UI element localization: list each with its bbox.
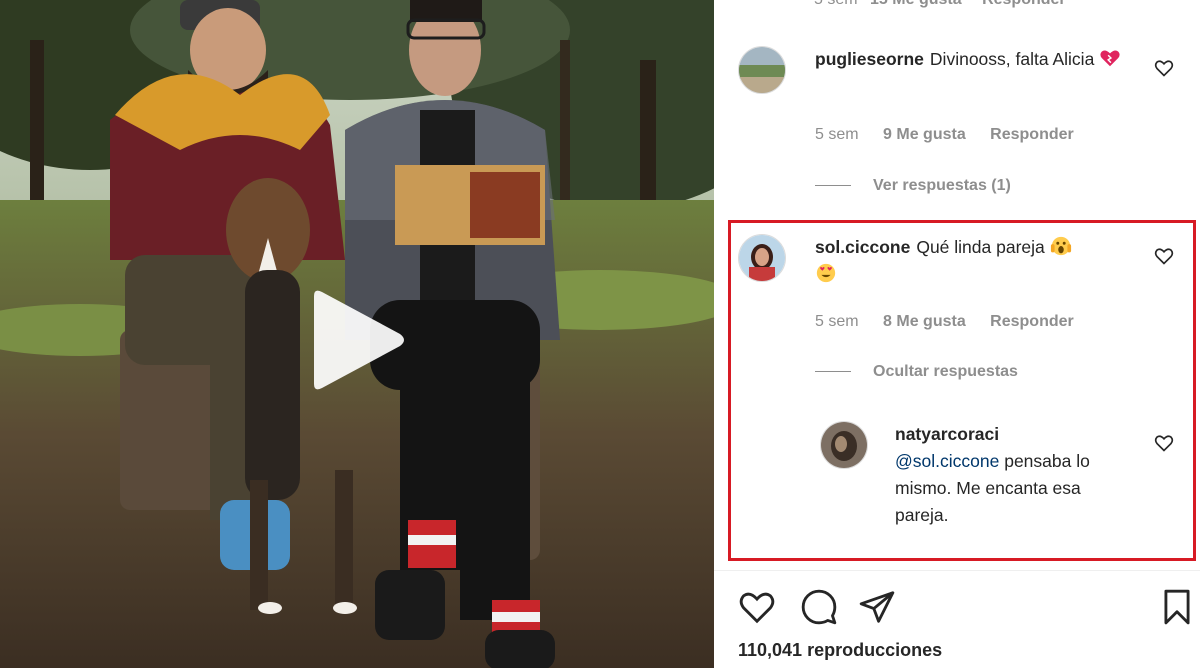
video-post-media[interactable] — [0, 0, 714, 668]
comment-username[interactable]: puglieseorne — [815, 49, 924, 69]
comment-username[interactable]: natyarcoraci — [895, 424, 999, 444]
comment-username[interactable]: sol.ciccone — [815, 237, 910, 257]
comment-time: 5 sem — [815, 126, 859, 143]
previous-comment-meta: 5 sem 15 Me gusta Responder — [814, 0, 1074, 9]
comment-body: Divinooss, falta Alicia — [929, 49, 1095, 69]
post-action-bar — [714, 588, 1200, 628]
comment-sol-ciccone: sol.ciccone Qué linda pareja — [815, 234, 1145, 288]
comment-likes[interactable]: 9 Me gusta — [883, 126, 966, 143]
comment-meta: 5 sem 8 Me gusta Responder — [815, 313, 1094, 331]
replies-line — [815, 185, 851, 187]
hide-replies-toggle[interactable]: Ocultar respuestas — [815, 363, 1018, 381]
save-icon[interactable] — [1158, 588, 1196, 626]
comment-likes[interactable]: 15 Me gusta — [870, 0, 962, 8]
comment-time: 5 sem — [815, 313, 859, 330]
view-replies-toggle[interactable]: Ver respuestas (1) — [815, 177, 1011, 195]
replies-line — [815, 371, 851, 373]
reply-button[interactable]: Responder — [982, 0, 1066, 8]
comment-icon[interactable] — [800, 588, 838, 626]
replies-toggle-label: Ocultar respuestas — [873, 363, 1018, 380]
views-number: 110,041 — [738, 640, 803, 660]
views-count[interactable]: 110,041 reproducciones — [738, 640, 942, 661]
section-divider — [714, 570, 1200, 571]
like-icon[interactable] — [738, 588, 776, 626]
comment-likes[interactable]: 8 Me gusta — [883, 313, 966, 330]
heart-emoji — [1100, 50, 1120, 67]
views-label: reproducciones — [807, 640, 943, 660]
share-icon[interactable] — [858, 588, 896, 626]
comment-body: Qué linda pareja — [916, 237, 1045, 257]
comment-time: 5 sem — [814, 0, 858, 8]
play-icon[interactable] — [308, 288, 408, 392]
comment-body: pareja. — [895, 505, 949, 525]
comments-panel[interactable]: 5 sem 15 Me gusta Responder puglieseorne… — [714, 0, 1200, 668]
reply-button[interactable]: Responder — [990, 313, 1074, 330]
small-heart-icon[interactable] — [1154, 58, 1174, 78]
avatar-sol-ciccone[interactable] — [738, 234, 786, 282]
comment-meta: 5 sem 9 Me gusta Responder — [815, 126, 1094, 144]
small-heart-icon[interactable] — [1154, 433, 1174, 453]
avatar-puglieseorne[interactable] — [738, 46, 786, 94]
replies-toggle-label: Ver respuestas (1) — [873, 177, 1011, 194]
comment-body: pensaba lo — [1004, 451, 1090, 471]
comment-body: mismo. Me encanta esa — [895, 478, 1081, 498]
small-heart-icon[interactable] — [1154, 246, 1174, 266]
avatar-natyarcoraci[interactable] — [820, 421, 868, 469]
scream-emoji — [1050, 236, 1071, 256]
heart-eyes-emoji — [816, 263, 836, 283]
comment-puglieseorne: puglieseorne Divinooss, falta Alicia — [815, 46, 1135, 73]
reply-button[interactable]: Responder — [990, 126, 1074, 143]
mention-link[interactable]: @sol.ciccone — [895, 451, 999, 471]
reply-natyarcoraci: natyarcoraci @sol.ciccone pensaba lo mis… — [895, 421, 1145, 529]
